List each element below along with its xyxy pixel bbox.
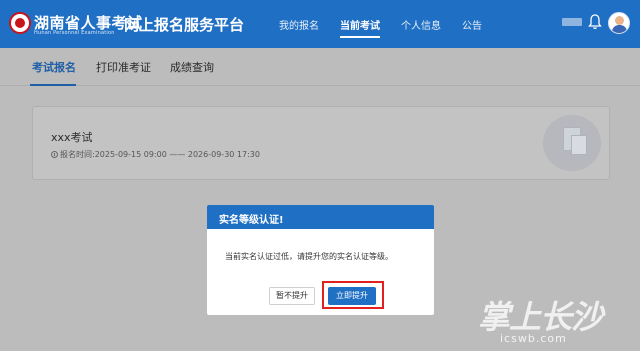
platform-name: 网上报名服务平台 — [124, 16, 245, 34]
tab-exam-registration[interactable]: 考试报名 — [32, 59, 76, 75]
nav-current-exam[interactable]: 当前考试 — [340, 17, 380, 32]
registration-time: 报名时间:2025-09-15 09:00 —— 2026-09-30 17:3… — [51, 149, 260, 160]
paper-icon — [571, 135, 587, 155]
verification-dialog: 实名等级认证! 当前实名认证过低，请提升您的实名认证等级。 暂不提升 立即提升 — [207, 205, 434, 315]
clock-icon — [51, 151, 58, 158]
watermark-url: icswb.com — [500, 332, 567, 345]
registration-time-label: 报名时间: — [60, 150, 95, 159]
dialog-message: 当前实名认证过低，请提升您的实名认证等级。 — [225, 252, 393, 261]
document-illustration-icon — [543, 115, 601, 171]
logo-subtitle: Hunan Personnel Examination — [34, 30, 115, 36]
dialog-title: 实名等级认证! — [219, 215, 284, 226]
avatar[interactable] — [608, 12, 630, 34]
cancel-button[interactable]: 暂不提升 — [269, 287, 315, 305]
emblem-logo-icon — [9, 12, 31, 34]
top-header: 湖南省人事考试 Hunan Personnel Examination 网上报名… — [0, 0, 640, 48]
exam-card[interactable]: xxx考试 报名时间:2025-09-15 09:00 —— 2026-09-3… — [32, 106, 610, 180]
header-toggle-icon[interactable] — [562, 18, 582, 26]
tab-score-inquiry[interactable]: 成绩查询 — [170, 59, 214, 75]
tab-active-indicator — [30, 84, 76, 86]
exam-title: xxx考试 — [51, 131, 93, 144]
sub-tab-bar: 考试报名 打印准考证 成绩查询 — [0, 48, 640, 86]
annotation-highlight-box — [322, 281, 384, 309]
registration-time-range: 2025-09-15 09:00 —— 2026-09-30 17:30 — [94, 150, 260, 159]
dialog-header: 实名等级认证! — [207, 205, 434, 229]
tab-print-admission-ticket[interactable]: 打印准考证 — [96, 59, 151, 75]
nav-my-registration[interactable]: 我的报名 — [279, 17, 319, 32]
avatar-body-icon — [612, 25, 627, 33]
nav-personal-info[interactable]: 个人信息 — [401, 17, 441, 32]
nav-announcements[interactable]: 公告 — [462, 17, 482, 32]
bell-icon[interactable] — [588, 14, 602, 30]
avatar-head-icon — [615, 16, 624, 25]
nav-active-indicator — [340, 36, 380, 38]
